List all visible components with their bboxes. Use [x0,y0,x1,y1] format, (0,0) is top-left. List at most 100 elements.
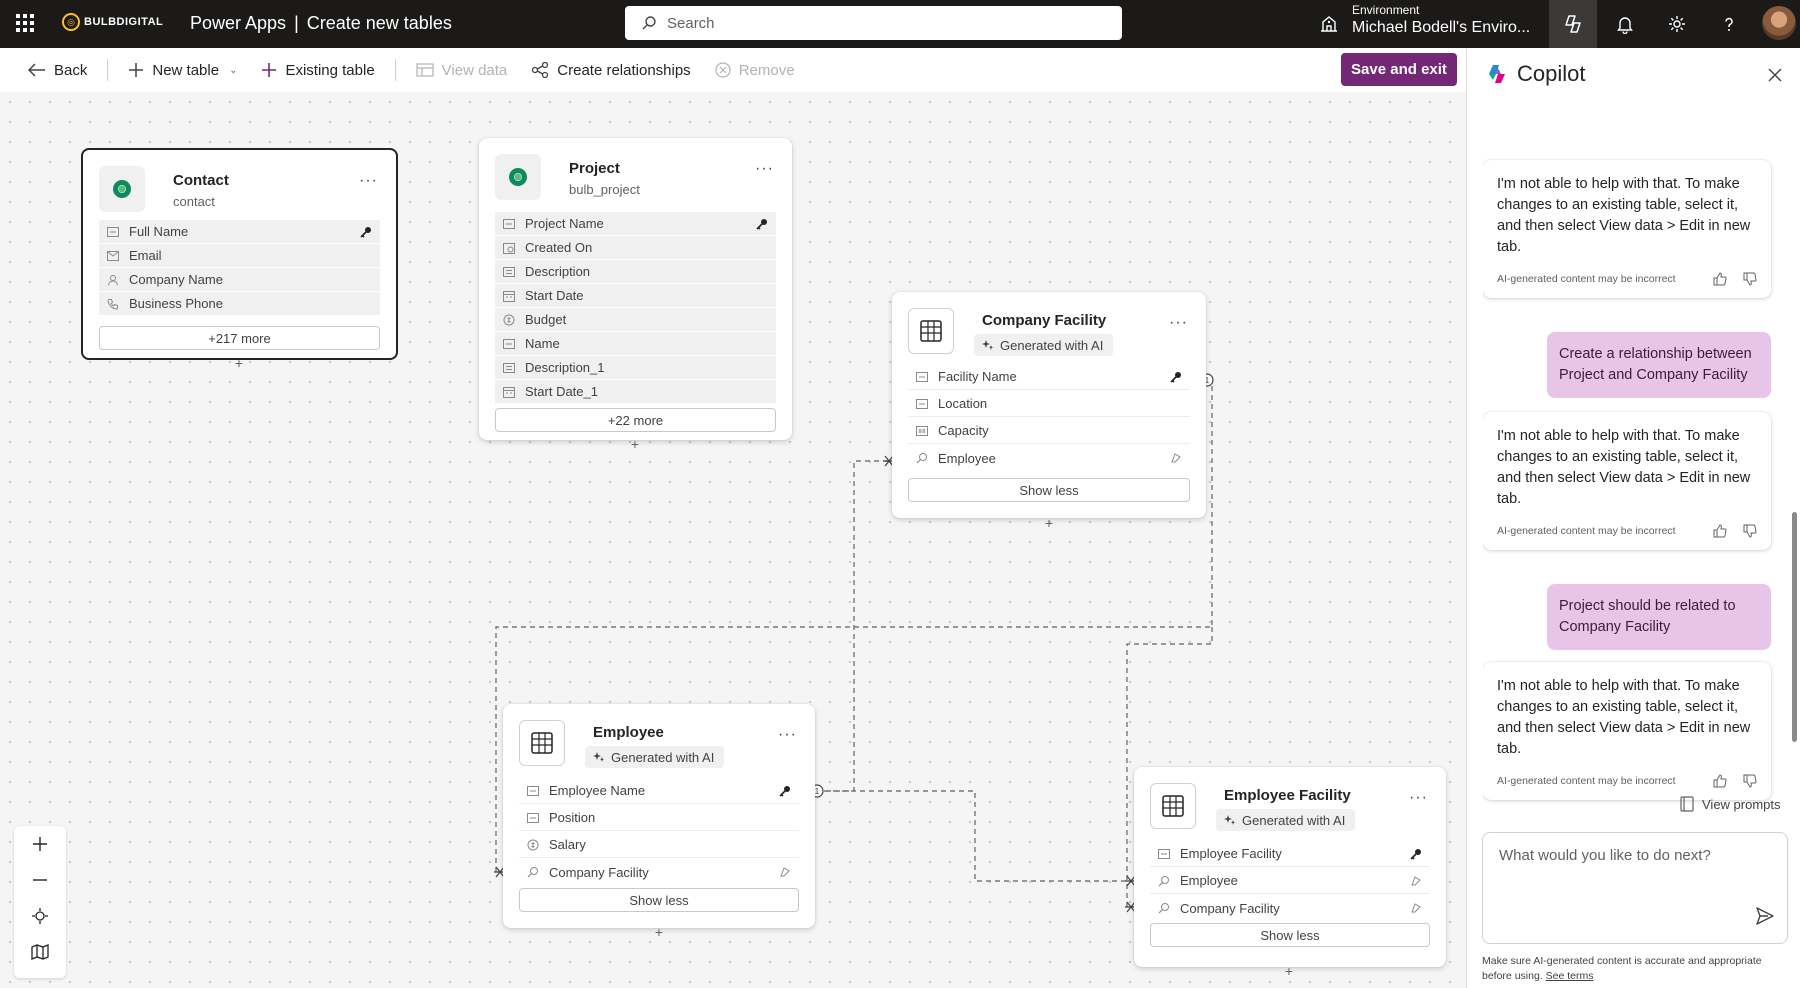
table-card-company-facility[interactable]: Company Facility Generated with AI ··· F… [892,292,1206,518]
column-row[interactable]: Email [99,244,380,267]
add-column-icon[interactable]: + [232,356,246,370]
user-avatar[interactable] [1762,6,1796,40]
plus-icon [33,837,47,851]
help-button[interactable] [1705,0,1753,48]
show-more-button[interactable]: +217 more [99,326,380,350]
notifications-button[interactable] [1601,0,1649,48]
thumbs-up-icon[interactable] [1713,774,1727,788]
search-icon [642,16,656,30]
column-row[interactable]: Company Facility [1150,895,1430,921]
column-row[interactable]: Name [495,332,776,355]
more-options-button[interactable]: ··· [1169,314,1188,332]
add-column-icon[interactable]: + [1282,964,1296,978]
see-terms-link[interactable]: See terms [1546,970,1594,982]
message-text: I'm not able to help with that. To make … [1497,678,1751,757]
create-relationships-label: Create relationships [557,61,691,79]
view-data-button[interactable]: View data [404,48,520,92]
thumbs-up-icon[interactable] [1713,272,1727,286]
column-row[interactable]: Employee [1150,868,1430,894]
card-header: Project bulb_project ··· [479,138,792,204]
show-less-button[interactable]: Show less [1150,923,1430,947]
show-more-button[interactable]: +22 more [495,408,776,432]
copilot-toggle-button[interactable] [1549,0,1597,48]
column-row[interactable]: Budget [495,308,776,331]
add-column-icon[interactable]: + [652,925,666,939]
column-row[interactable]: Employee [908,445,1190,471]
column-list: Employee Facility Employee Company Facil… [1150,841,1430,922]
more-options-button[interactable]: ··· [755,160,774,178]
multiline-text-icon [503,362,515,374]
thumbs-down-icon[interactable] [1743,774,1757,788]
minimap-button[interactable] [14,934,66,970]
column-name: Facility Name [938,369,1017,384]
view-prompts-button[interactable]: View prompts [1680,796,1781,812]
table-title: Contact [173,172,229,189]
table-card-project[interactable]: Project bulb_project ··· Project Name Cr… [479,138,792,440]
back-button[interactable]: Back [0,48,99,92]
phone-icon [107,298,119,310]
table-card-employee[interactable]: Employee Generated with AI ··· Employee … [503,704,815,928]
diagram-canvas[interactable]: 1 1 Contact contact ··· Full Name Email … [0,92,1466,988]
view-data-label: View data [441,61,508,79]
column-row[interactable]: Start Date_1 [495,380,776,403]
prompt-book-icon [1680,796,1694,812]
show-less-button[interactable]: Show less [908,478,1190,502]
fit-view-button[interactable] [14,898,66,934]
send-icon [1756,907,1774,925]
text-field-icon [503,218,515,230]
zoom-in-button[interactable] [14,826,66,862]
thumbs-up-icon[interactable] [1713,524,1727,538]
new-table-button[interactable]: New table ⌄ [116,48,249,92]
zoom-out-button[interactable] [14,862,66,898]
currency-icon [503,314,515,326]
table-grid-icon [519,720,565,766]
waffle-icon[interactable] [14,12,36,34]
app-name[interactable]: Power Apps [190,13,286,33]
column-row[interactable]: Company Name [99,268,380,291]
column-row[interactable]: Position [519,805,799,831]
chat-scrollbar[interactable] [1792,512,1797,742]
column-row[interactable]: Business Phone [99,292,380,315]
add-column-icon[interactable]: + [628,437,642,451]
add-column-icon[interactable]: + [1042,516,1056,530]
column-row[interactable]: Employee Facility [1150,841,1430,867]
column-row[interactable]: Project Name [495,212,776,235]
relationship-icon [532,62,549,78]
show-less-button[interactable]: Show less [519,888,799,912]
existing-table-button[interactable]: Existing table [249,48,386,92]
settings-button[interactable] [1653,0,1701,48]
calendar-icon [503,290,515,302]
search-box[interactable]: Search [625,6,1122,40]
thumbs-down-icon[interactable] [1743,272,1757,286]
column-row[interactable]: Capacity [908,418,1190,444]
column-row[interactable]: Created On [495,236,776,259]
save-and-exit-button[interactable]: Save and exit [1341,53,1457,86]
column-row[interactable]: Location [908,391,1190,417]
close-button[interactable] [1768,68,1782,85]
column-row[interactable]: Full Name [99,220,380,243]
table-card-employee-facility[interactable]: Employee Facility Generated with AI ··· … [1134,767,1446,967]
more-options-button[interactable]: ··· [1409,789,1428,807]
column-row[interactable]: Company Facility [519,859,799,885]
column-row[interactable]: Salary [519,832,799,858]
chat-input[interactable] [1499,847,1729,907]
more-options-button[interactable]: ··· [778,726,797,744]
more-options-button[interactable]: ··· [359,172,378,190]
send-button[interactable] [1755,906,1775,929]
dataverse-icon [495,154,541,200]
create-relationships-button[interactable]: Create relationships [519,48,702,92]
column-row[interactable]: Facility Name [908,364,1190,390]
column-row[interactable]: Description [495,260,776,283]
column-list: Facility Name Location Capacity Employee [908,364,1190,472]
column-row[interactable]: Description_1 [495,356,776,379]
table-title: Company Facility [982,312,1107,329]
column-row[interactable]: Start Date [495,284,776,307]
view-prompts-label: View prompts [1702,796,1781,812]
environment-picker[interactable]: Environment Michael Bodell's Enviro... [1352,3,1530,38]
table-card-contact[interactable]: Contact contact ··· Full Name Email Comp… [81,148,398,360]
remove-button[interactable]: Remove [703,48,807,92]
key-icon [1410,848,1422,860]
chat-history[interactable]: I'm not able to help with that. To make … [1483,102,1775,822]
column-row[interactable]: Employee Name [519,778,799,804]
thumbs-down-icon[interactable] [1743,524,1757,538]
